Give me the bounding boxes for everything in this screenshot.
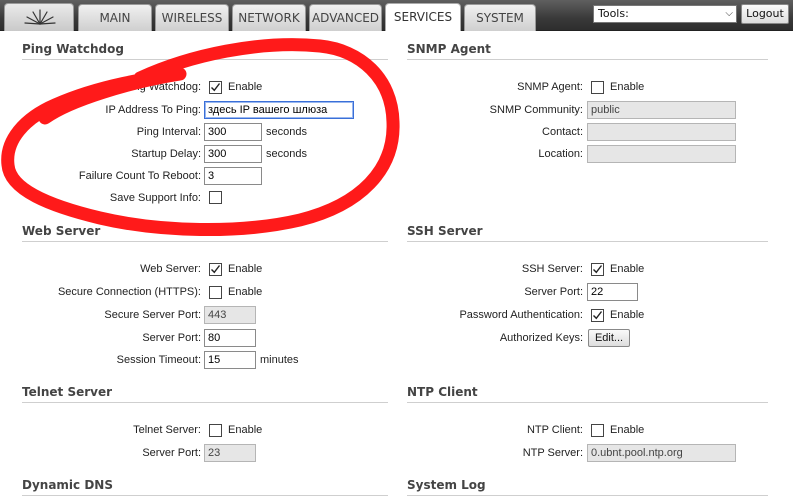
chevron-down-icon: ⌵ [725,8,733,19]
snmp-community-input[interactable]: public [587,101,736,119]
save-support-info-checkbox[interactable] [209,191,222,204]
startup-delay-input[interactable]: 300 [204,145,262,163]
ssh-server-enable-text: Enable [610,263,645,275]
tab-wireless[interactable]: WIRELESS [155,4,229,31]
ssh-server-checkbox[interactable] [591,263,604,276]
password-auth-checkbox[interactable] [591,309,604,322]
telnet-server-label: Telnet Server: [133,424,201,436]
ping-watchdog-checkbox[interactable] [209,81,222,94]
location-input[interactable] [587,145,736,163]
ip-address-label: IP Address To Ping: [105,104,201,116]
telnet-server-port-input[interactable]: 23 [204,444,256,462]
ntp-client-checkbox[interactable] [591,424,604,437]
tab-system[interactable]: SYSTEM [464,4,536,31]
snmp-agent-label: SNMP Agent: [517,81,583,93]
ssh-server-port-input[interactable]: 22 [587,283,638,301]
ubiquiti-logo-icon [24,9,56,25]
tools-select-value: Tools: [598,7,629,20]
ntp-server-label: NTP Server: [522,447,583,459]
authorized-keys-label: Authorized Keys: [499,332,583,344]
tab-services[interactable]: SERVICES [385,3,461,31]
logo-tab[interactable] [4,3,74,31]
contact-input[interactable] [587,123,736,141]
session-timeout-label: Session Timeout: [116,354,201,366]
snmp-agent-enable-text: Enable [610,81,645,93]
ping-watchdog-label: Ping Watchdog: [123,81,201,93]
ssh-server-label: SSH Server: [521,263,583,275]
edit-authorized-keys-button[interactable]: Edit... [588,329,630,347]
tab-advanced[interactable]: ADVANCED [309,4,382,31]
ping-interval-input[interactable]: 300 [204,123,262,141]
section-title-dynamic-dns: Dynamic DNS [22,478,388,496]
ping-interval-unit: seconds [266,126,307,138]
section-title-telnet-server: Telnet Server [22,385,388,403]
section-title-web-server: Web Server [22,224,388,242]
ping-watchdog-enable-text: Enable [228,81,263,93]
section-title-system-log: System Log [407,478,768,496]
tab-main[interactable]: MAIN [78,4,152,31]
https-label: Secure Connection (HTTPS): [57,286,201,298]
checkmark-icon [593,311,603,320]
checkmark-icon [211,265,221,274]
failure-count-label: Failure Count To Reboot: [78,170,201,182]
web-server-enable-text: Enable [228,263,263,275]
section-title-ping-watchdog: Ping Watchdog [22,42,388,60]
checkmark-icon [211,83,221,92]
section-title-snmp-agent: SNMP Agent [407,42,768,60]
location-label: Location: [538,148,583,160]
section-title-ssh-server: SSH Server [407,224,768,242]
checkmark-icon [593,265,603,274]
startup-delay-label: Startup Delay: [131,148,201,160]
logout-button[interactable]: Logout [741,4,789,24]
web-server-checkbox[interactable] [209,263,222,276]
section-title-ntp-client: NTP Client [407,385,768,403]
telnet-server-port-label: Server Port: [142,447,201,459]
web-server-label: Web Server: [140,263,201,275]
web-server-port-label: Server Port: [142,332,201,344]
save-support-info-label: Save Support Info: [109,192,201,204]
https-checkbox[interactable] [209,286,222,299]
password-auth-enable-text: Enable [610,309,645,321]
secure-server-port-input[interactable]: 443 [204,306,256,324]
password-auth-label: Password Authentication: [459,309,583,321]
failure-count-input[interactable]: 3 [204,167,262,185]
session-timeout-input[interactable]: 15 [204,351,256,369]
telnet-server-checkbox[interactable] [209,424,222,437]
snmp-agent-checkbox[interactable] [591,81,604,94]
ip-address-input[interactable]: здесь IP вашего шлюза [204,101,354,119]
services-content: Ping Watchdog Ping Watchdog: Enable IP A… [0,31,793,504]
telnet-server-enable-text: Enable [228,424,263,436]
session-timeout-unit: minutes [260,354,299,366]
snmp-community-label: SNMP Community: [489,104,583,116]
startup-delay-unit: seconds [266,148,307,160]
tab-network[interactable]: NETWORK [232,4,306,31]
ntp-server-input[interactable]: 0.ubnt.pool.ntp.org [587,444,736,462]
contact-label: Contact: [542,126,583,138]
secure-server-port-label: Secure Server Port: [104,309,201,321]
ssh-server-port-label: Server Port: [524,286,583,298]
top-navigation-bar: MAIN WIRELESS NETWORK ADVANCED SERVICES … [0,0,793,31]
ntp-client-enable-text: Enable [610,424,645,436]
web-server-port-input[interactable]: 80 [204,329,256,347]
https-enable-text: Enable [228,286,263,298]
tools-select[interactable]: Tools: ⌵ [593,5,737,23]
ntp-client-label: NTP Client: [526,424,583,436]
ping-interval-label: Ping Interval: [136,126,201,138]
